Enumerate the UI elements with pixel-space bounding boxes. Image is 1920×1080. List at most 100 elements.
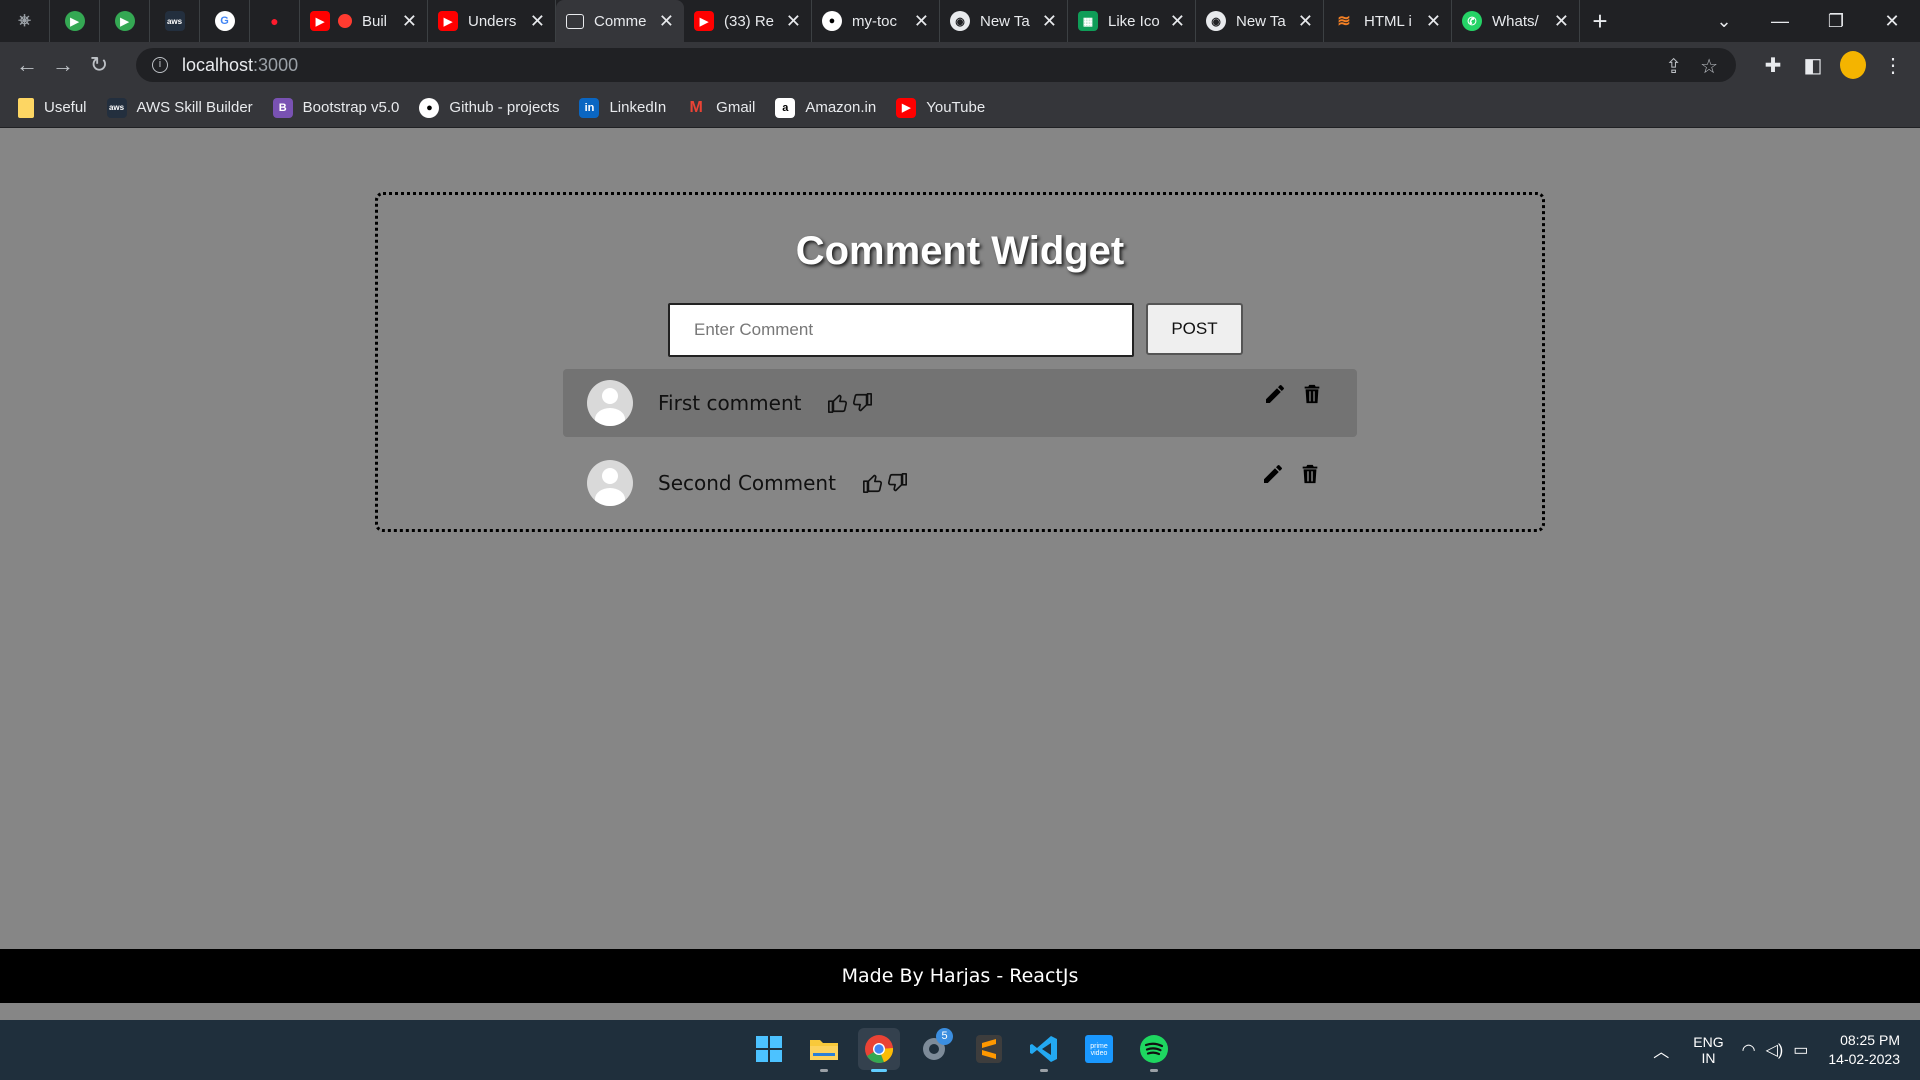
tab-title: New Ta [980,12,1030,30]
language-indicator[interactable]: ENG IN [1693,1034,1723,1066]
browser-toolbar: ← → ↻ i localhost:3000 ⇪ ☆ ✚ ◧ ⋮ [0,42,1920,88]
tab-4[interactable]: ▶ (33) Re ✕ [684,0,812,42]
window-controls: ⌄ — ❐ ✕ [1696,0,1920,42]
system-icons[interactable]: ◠ ◁) ▭ [1742,1040,1809,1060]
bookmarks-bar: Useful aws AWS Skill Builder B Bootstrap… [0,88,1920,128]
youtube-icon: ▶ [896,97,917,118]
pinned-tab-1[interactable]: ⎈ [0,0,50,42]
tab-6[interactable]: ◉ New Ta ✕ [940,0,1068,42]
settings-icon[interactable]: 5 [913,1028,955,1070]
profile-avatar[interactable] [1840,51,1866,79]
system-tray: ︿ ENG IN ◠ ◁) ▭ 08:25 PM 14-02-2023 [1653,1020,1920,1080]
whatsapp-icon: ✆ [1462,11,1482,31]
delete-trash-icon[interactable] [1301,381,1323,407]
close-icon[interactable]: ✕ [1298,11,1313,32]
prime-video-icon[interactable]: prime video [1078,1028,1120,1070]
thumbs-up-icon[interactable] [862,472,884,494]
restore-button[interactable]: ❐ [1808,11,1864,32]
bookmark-label: Useful [44,99,87,116]
tab-7[interactable]: ▦ Like Ico ✕ [1068,0,1196,42]
tab-5[interactable]: ● my-toc ✕ [812,0,940,42]
side-panel-icon[interactable]: ◧ [1800,52,1826,78]
close-icon[interactable]: ✕ [914,11,929,32]
comment-icon [566,13,584,29]
thumbs-up-icon[interactable] [827,392,849,414]
extensions-icon[interactable]: ✚ [1760,52,1786,78]
bookmark-linkedin[interactable]: in LinkedIn [579,97,666,118]
pinned-tab-4[interactable]: aws [150,0,200,42]
bookmark-star-icon[interactable]: ☆ [1700,54,1718,79]
close-icon[interactable]: ✕ [1170,11,1185,32]
site-info-icon[interactable]: i [152,57,168,73]
close-icon[interactable]: ✕ [1426,11,1441,32]
tab-2[interactable]: ▶ Unders ✕ [428,0,556,42]
reload-button[interactable]: ↻ [82,48,116,82]
tab-1[interactable]: ▶ Buil ✕ [300,0,428,42]
sublime-text-icon[interactable] [968,1028,1010,1070]
tab-search-icon[interactable]: ⌄ [1696,11,1752,32]
edit-pencil-icon[interactable] [1263,381,1287,407]
pinned-tab-2[interactable]: ▶ [50,0,100,42]
bookmark-gmail[interactable]: M Gmail [686,98,756,118]
pinned-tab-5[interactable]: G [200,0,250,42]
pinned-tab-3[interactable]: ▶ [100,0,150,42]
new-tab-button[interactable]: + [1580,0,1620,42]
comment-text: First comment [658,391,802,415]
minimize-button[interactable]: — [1752,11,1808,32]
close-icon[interactable]: ✕ [530,11,545,32]
html-icon: ≋ [1337,13,1351,30]
chrome-icon: ◉ [950,11,970,31]
share-icon[interactable]: ⇪ [1665,54,1682,79]
app-icon: ⎈ [18,12,31,29]
tab-3-active[interactable]: Comme ✕ [556,0,684,42]
bookmark-amazon[interactable]: a Amazon.in [775,97,877,118]
file-explorer-icon[interactable] [803,1028,845,1072]
vscode-icon[interactable] [1023,1028,1065,1072]
thumbs-down-icon[interactable] [886,472,908,494]
bookmark-useful[interactable]: Useful [18,97,87,118]
close-icon[interactable]: ✕ [786,11,801,32]
post-button[interactable]: POST [1146,303,1243,355]
delete-trash-icon[interactable] [1299,461,1321,487]
google-icon: G [214,11,235,31]
bookmark-youtube[interactable]: ▶ YouTube [896,97,985,118]
chrome-icon[interactable] [858,1028,900,1072]
wifi-icon: ◠ [1741,1042,1756,1059]
clock[interactable]: 08:25 PM 14-02-2023 [1828,1031,1900,1069]
back-button[interactable]: ← [10,48,44,82]
lang-code: ENG [1693,1034,1724,1050]
clock-time: 08:25 PM [1840,1032,1900,1048]
bookmark-aws[interactable]: aws AWS Skill Builder [106,97,253,118]
tab-10[interactable]: ✆ Whats/ ✕ [1452,0,1580,42]
edit-pencil-icon[interactable] [1261,461,1285,487]
menu-kebab-icon[interactable]: ⋮ [1880,52,1906,78]
bookmark-label: Amazon.in [805,99,877,116]
close-window-button[interactable]: ✕ [1864,11,1920,32]
thumbs-down-icon[interactable] [851,392,873,414]
spotify-icon[interactable] [1133,1028,1175,1072]
youtube-icon: ▶ [694,11,714,31]
comment-actions [1263,381,1323,407]
notification-badge: 5 [936,1028,953,1045]
windows-start-icon[interactable] [748,1028,790,1070]
page-content: Comment Widget POST First comment Second… [0,128,1920,949]
os-taskbar: 5 prime video ︿ ENG IN ◠ ◁) ▭ 08:25 PM 1… [0,1020,1920,1080]
tab-8[interactable]: ◉ New Ta ✕ [1196,0,1324,42]
url-port: :3000 [253,54,299,75]
bookmark-bootstrap[interactable]: B Bootstrap v5.0 [272,97,399,118]
comment-input[interactable] [668,303,1134,357]
close-icon[interactable]: ✕ [1042,11,1057,32]
tab-9[interactable]: ≋ HTML i ✕ [1324,0,1452,42]
toolbar-right: ✚ ◧ ⋮ [1760,42,1920,88]
tab-title: Whats/ [1492,12,1539,30]
volume-icon: ◁) [1765,1042,1784,1059]
close-icon[interactable]: ✕ [402,11,417,32]
close-icon[interactable]: ✕ [659,11,674,32]
youtube-icon: ▶ [438,11,458,31]
address-bar[interactable]: i localhost:3000 ⇪ ☆ [136,48,1736,82]
forward-button[interactable]: → [46,48,80,82]
chevron-up-icon[interactable]: ︿ [1653,1038,1669,1062]
pinned-tab-6[interactable]: ● [250,0,300,42]
bookmark-github[interactable]: ● Github - projects [419,97,559,118]
close-icon[interactable]: ✕ [1554,11,1569,32]
